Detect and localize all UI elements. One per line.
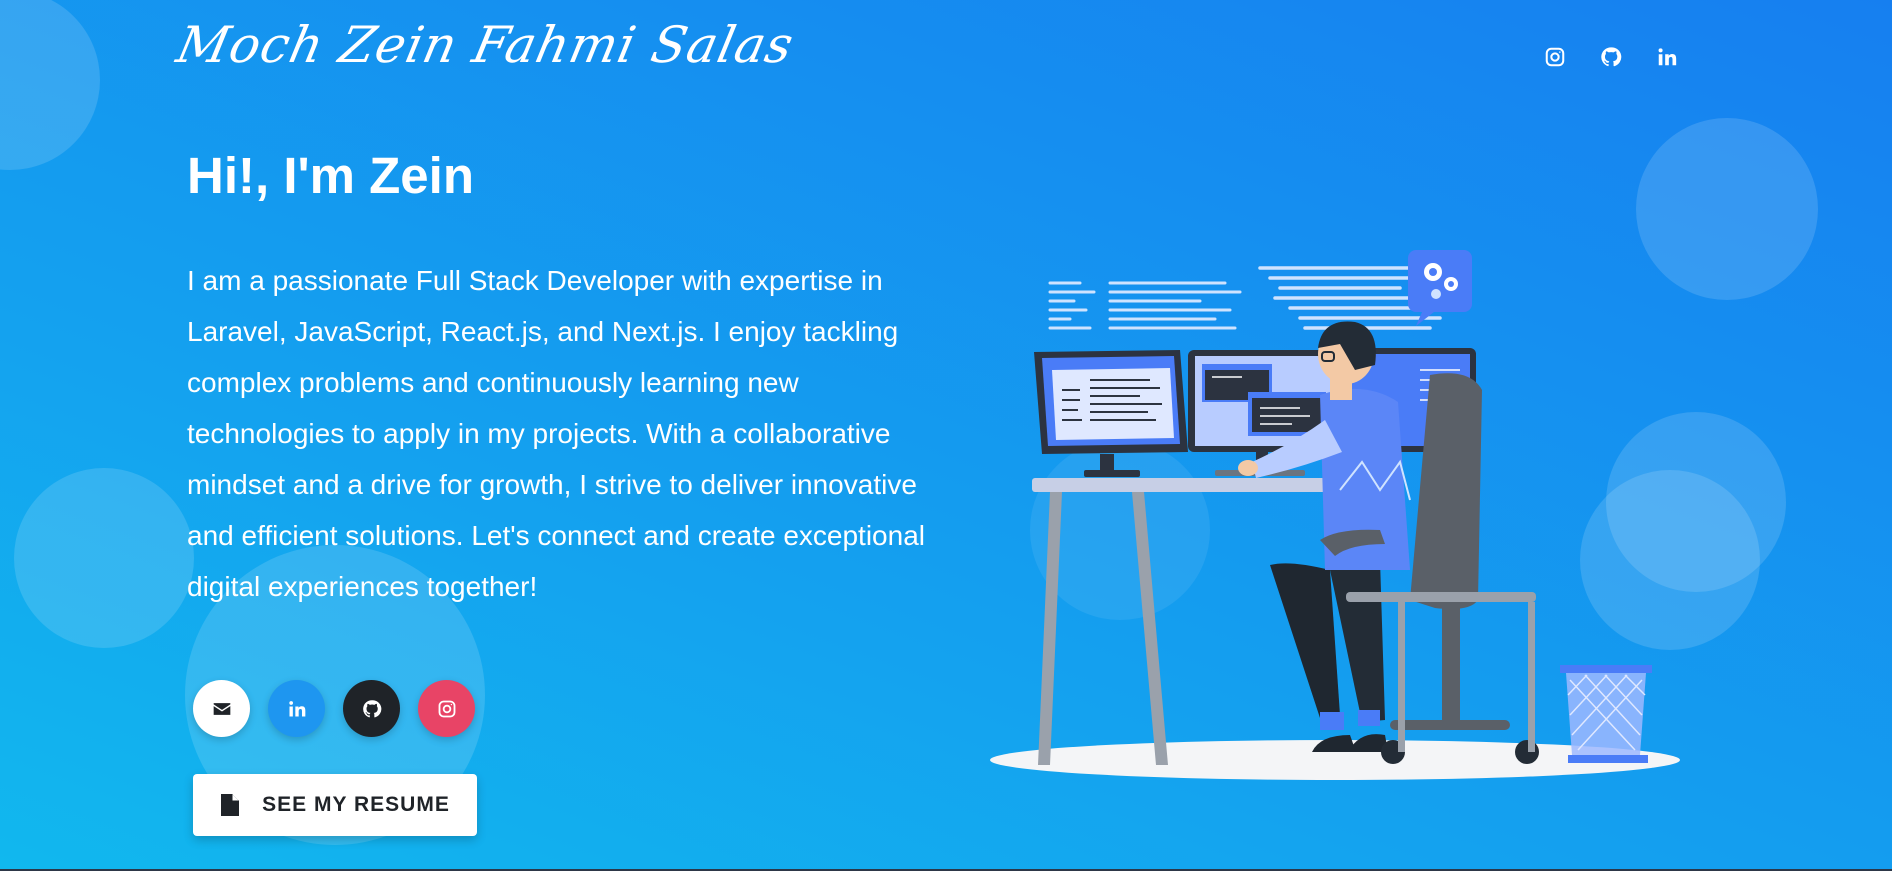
resume-button-label: SEE MY RESUME: [262, 793, 450, 816]
header-social-links: [1542, 44, 1680, 70]
github-icon[interactable]: [1598, 44, 1624, 70]
github-button[interactable]: [343, 680, 400, 737]
hero-intro: I am a passionate Full Stack Developer w…: [187, 265, 925, 602]
monitor-left: [1034, 350, 1188, 477]
linkedin-button[interactable]: [268, 680, 325, 737]
hero-title: Hi!, I'm Zein: [187, 147, 474, 204]
trash-bin: [1560, 665, 1652, 763]
social-buttons: [193, 680, 475, 737]
developer-at-desk-illustration: [990, 250, 1680, 780]
site-logo[interactable]: Moch Zein Fahmi Salas: [172, 16, 799, 74]
decor-bubble: [0, 0, 100, 170]
file-icon: [221, 794, 240, 816]
code-lines-left: [1048, 281, 1242, 330]
linkedin-icon: [288, 700, 305, 716]
see-resume-button[interactable]: SEE MY RESUME: [193, 774, 477, 836]
github-icon: [362, 699, 381, 717]
settings-bubble: [1408, 250, 1472, 326]
instagram-icon[interactable]: [1542, 44, 1568, 70]
decor-bubble: [14, 468, 194, 648]
email-icon: [213, 702, 230, 715]
instagram-icon: [438, 700, 455, 717]
linkedin-icon[interactable]: [1654, 44, 1680, 70]
instagram-button[interactable]: [418, 680, 475, 737]
email-button[interactable]: [193, 680, 250, 737]
